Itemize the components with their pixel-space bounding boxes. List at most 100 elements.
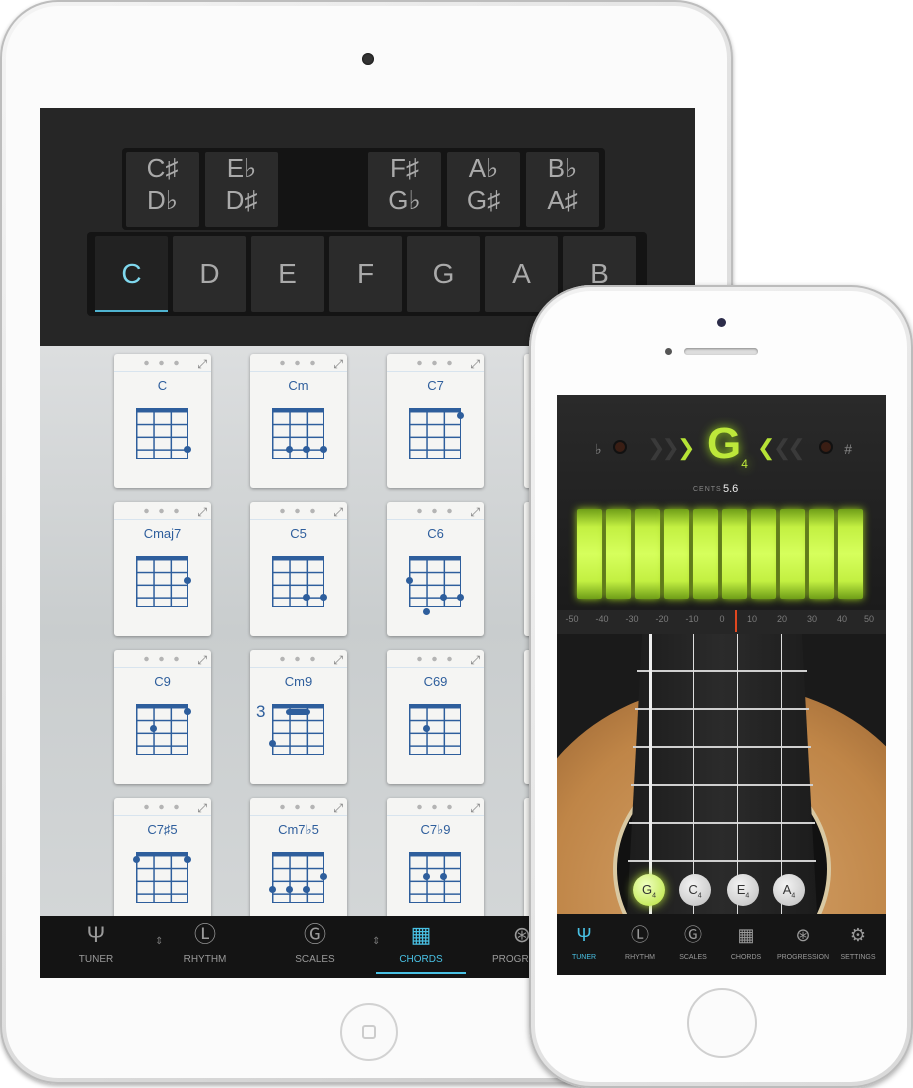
detected-note: G4 xyxy=(707,419,748,471)
key-g[interactable]: G xyxy=(407,236,480,312)
expand-icon[interactable]: ⤢ xyxy=(197,653,207,668)
key-a[interactable]: A xyxy=(485,236,558,312)
iphone-screen: ♭ ❯❯ ❯ G4 ❮ ❮❮ # CENTS 5.6 -50 -40 -30 -… xyxy=(557,395,886,975)
fret-number: 3 xyxy=(256,702,266,721)
tab-rhythm[interactable]: Ⓛ RHYTHM xyxy=(180,916,230,978)
right-active-chevron-icon: ❮ xyxy=(757,435,776,460)
string-c4[interactable]: C4 xyxy=(679,874,711,906)
tuning-needle xyxy=(735,610,737,632)
tuning-fork-icon: Ψ xyxy=(86,922,106,947)
chord-name: C xyxy=(157,378,168,393)
chord-diagram xyxy=(136,408,188,459)
key-e[interactable]: E xyxy=(251,236,324,312)
expand-icon[interactable]: ⤢ xyxy=(333,357,343,372)
left-active-chevron-icon: ❯ xyxy=(677,435,696,460)
tab-chords[interactable]: ▦ CHORDS xyxy=(376,916,466,978)
expand-icon[interactable]: ⤢ xyxy=(197,357,207,372)
chord-diagram xyxy=(136,556,188,607)
key-c[interactable]: C xyxy=(95,236,168,312)
chord-card-c6[interactable]: ⤢ C6 xyxy=(387,502,484,636)
expand-icon[interactable]: ⤢ xyxy=(333,801,343,816)
expand-icon[interactable]: ⤢ xyxy=(333,653,343,668)
chord-diagram xyxy=(409,408,461,459)
flat-led xyxy=(615,442,625,452)
chord-card-c69[interactable]: ⤢ C69 xyxy=(387,650,484,784)
cents-scale: -50 -40 -30 -20 -10 0 10 20 30 40 50 xyxy=(557,610,886,634)
chord-name: Cm xyxy=(288,378,309,393)
key-f-sharp[interactable]: F♯ G♭ xyxy=(368,152,441,227)
expand-icon[interactable]: ⤢ xyxy=(333,505,343,520)
key-e-flat[interactable]: E♭ D♯ xyxy=(205,152,278,227)
expand-icon[interactable]: ⤢ xyxy=(470,357,480,372)
flat-indicator: ♭ xyxy=(595,441,602,457)
tuner-display: ♭ ❯❯ ❯ G4 ❮ ❮❮ # CENTS 5.6 xyxy=(557,395,886,610)
chord-diagram xyxy=(272,852,324,903)
metronome-icon: Ⓛ xyxy=(631,925,649,945)
key-a-flat[interactable]: A♭ G♯ xyxy=(447,152,520,227)
chord-card-c7[interactable]: ⤢ C7 xyxy=(387,354,484,488)
key-b-flat[interactable]: B♭ A♯ xyxy=(526,152,599,227)
iphone-home-button[interactable] xyxy=(687,988,757,1058)
tab-chords[interactable]: ▦ CHORDS xyxy=(721,914,771,975)
chord-diagram xyxy=(136,852,188,903)
expand-icon[interactable]: ⤢ xyxy=(470,505,480,520)
left-chevrons-icon: ❯❯ xyxy=(647,435,680,460)
tab-settings[interactable]: ⚙ SETTINGS xyxy=(833,914,883,975)
chord-name: Cm7♭5 xyxy=(278,822,319,837)
sharp-indicator: # xyxy=(844,441,852,457)
expand-icon[interactable]: ⤢ xyxy=(197,801,207,816)
expand-icon[interactable]: ⤢ xyxy=(470,653,480,668)
reorder-handle-icon[interactable]: ⇕ xyxy=(155,936,163,947)
key-d[interactable]: D xyxy=(173,236,246,312)
chord-diagram xyxy=(272,408,324,459)
chord-card-c5[interactable]: ⤢ C5 xyxy=(250,502,347,636)
cents-label: CENTS xyxy=(693,486,722,493)
tab-progression[interactable]: ⊛ PROGRESSION xyxy=(771,914,835,975)
chord-name: C5 xyxy=(290,526,307,541)
tab-scales[interactable]: Ⓖ SCALES xyxy=(668,914,718,975)
fretboard xyxy=(627,634,817,914)
scales-g-icon: Ⓖ xyxy=(303,922,326,947)
chord-card-cm[interactable]: ⤢ Cm xyxy=(250,354,347,488)
right-chevrons-icon: ❮❮ xyxy=(773,435,806,460)
string-e4[interactable]: E4 xyxy=(727,874,759,906)
chord-name: Cm9 xyxy=(284,674,313,689)
chord-name: C9 xyxy=(154,674,171,689)
iphone-tab-bar: Ψ TUNER Ⓛ RHYTHM Ⓖ SCALES ▦ CHORDS ⊛ PROGRESS… xyxy=(557,914,886,975)
chord-name: Cmaj7 xyxy=(143,526,182,541)
tab-rhythm[interactable]: Ⓛ RHYTHM xyxy=(615,914,665,975)
chord-grid-icon: ▦ xyxy=(410,922,432,947)
chord-diagram xyxy=(409,852,461,903)
chord-diagram xyxy=(136,704,188,755)
expand-icon[interactable]: ⤢ xyxy=(470,801,480,816)
chord-diagram xyxy=(272,556,324,607)
chord-card-c7-flat9[interactable]: ⤢ C7♭9 xyxy=(387,798,484,932)
chord-name: C7♭9 xyxy=(420,822,451,837)
chord-name: C7♯5 xyxy=(147,822,178,837)
iphone-camera xyxy=(717,318,726,327)
tab-tuner[interactable]: Ψ TUNER xyxy=(76,916,116,978)
chord-card-c9[interactable]: ⤢ C9 xyxy=(114,650,211,784)
progression-icon: ⊛ xyxy=(795,925,811,945)
tab-tuner[interactable]: Ψ TUNER xyxy=(563,914,605,975)
key-f[interactable]: F xyxy=(329,236,402,312)
reorder-handle-icon[interactable]: ⇕ xyxy=(372,936,380,947)
scales-g-icon: Ⓖ xyxy=(684,925,702,945)
expand-icon[interactable]: ⤢ xyxy=(197,505,207,520)
key-c-sharp[interactable]: C♯ D♭ xyxy=(126,152,199,227)
chord-card-cmaj7[interactable]: ⤢ Cmaj7 xyxy=(114,502,211,636)
iphone-device: ♭ ❯❯ ❯ G4 ❮ ❮❮ # CENTS 5.6 -50 -40 -30 -… xyxy=(529,285,913,1088)
accidental-keys-row: C♯ D♭ E♭ D♯ F♯ G♭ A♭ G♯ B♭ A♯ xyxy=(122,148,605,230)
chord-card-c[interactable]: ⤢ C xyxy=(114,354,211,488)
metronome-icon: Ⓛ xyxy=(193,922,216,947)
string-a4[interactable]: A4 xyxy=(773,874,805,906)
chord-card-cm9[interactable]: ⤢ Cm9 3 xyxy=(250,650,347,784)
chord-card-cm7-flat5[interactable]: ⤢ Cm7♭5 xyxy=(250,798,347,932)
string-g4[interactable]: G4 xyxy=(633,874,665,906)
ipad-camera xyxy=(362,53,374,65)
tuning-meter xyxy=(577,509,871,599)
ipad-home-button[interactable] xyxy=(340,1003,398,1061)
chord-card-c7-sharp5[interactable]: ⤢ C7♯5 xyxy=(114,798,211,932)
cents-value: 5.6 xyxy=(723,483,739,495)
tab-scales[interactable]: Ⓖ SCALES xyxy=(290,916,340,978)
